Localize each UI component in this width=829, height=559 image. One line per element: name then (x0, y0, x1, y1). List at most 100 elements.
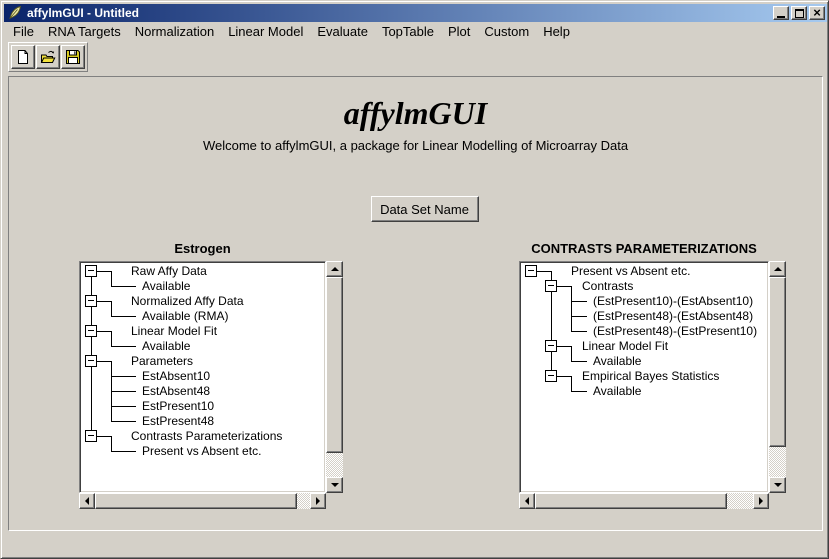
scroll-up-button[interactable] (326, 261, 343, 277)
open-folder-icon (40, 49, 56, 65)
menu-item-toptable[interactable]: TopTable (375, 22, 441, 41)
scroll-left-button[interactable] (79, 493, 95, 509)
tree-node-label[interactable]: Available (593, 384, 641, 399)
minimize-button[interactable] (773, 6, 789, 20)
scroll-right-button[interactable] (753, 493, 769, 509)
tree-node-label[interactable]: Raw Affy Data (131, 264, 207, 279)
arrow-up-icon (331, 267, 339, 271)
arrow-down-icon (774, 483, 782, 487)
estrogen-horizontal-scrollbar[interactable] (79, 493, 326, 509)
minus-icon (548, 285, 554, 286)
tree-connector-line (571, 301, 587, 302)
tree-node-label[interactable]: Contrasts (582, 279, 633, 294)
scrollbar-track[interactable] (326, 277, 343, 477)
menu-item-normalization[interactable]: Normalization (128, 22, 221, 41)
tree-node-label[interactable]: EstPresent10 (142, 399, 214, 414)
tree-node-label[interactable]: Available (593, 354, 641, 369)
maximize-icon (795, 9, 804, 18)
tree-expand-toggle[interactable] (85, 355, 97, 367)
window-title: affylmGUI - Untitled (27, 6, 139, 20)
toolbar (8, 42, 88, 72)
minus-icon (88, 330, 94, 331)
estrogen-panel: Estrogen AvailableRaw Affy DataAvailable… (79, 237, 343, 509)
maximize-button[interactable] (791, 6, 807, 20)
tree-connector-line (111, 391, 136, 392)
scrollbar-thumb[interactable] (535, 493, 727, 509)
tree-node-label[interactable]: EstPresent48 (142, 414, 214, 429)
tree-expand-toggle[interactable] (85, 325, 97, 337)
menu-item-help[interactable]: Help (536, 22, 577, 41)
contrasts-horizontal-scrollbar[interactable] (519, 493, 769, 509)
app-title: affylmGUI (9, 95, 822, 132)
tree-node-label[interactable]: Parameters (131, 354, 193, 369)
estrogen-vertical-scrollbar[interactable] (326, 261, 343, 493)
tree-connector-line (111, 376, 136, 377)
scrollbar-thumb[interactable] (326, 277, 343, 453)
contrasts-tree-canvas[interactable]: (EstPresent10)-(EstAbsent10)(EstPresent4… (519, 261, 769, 493)
tree-node-label[interactable]: Present vs Absent etc. (571, 264, 690, 279)
tree-node-label[interactable]: Normalized Affy Data (131, 294, 244, 309)
scrollbar-thumb[interactable] (95, 493, 297, 509)
minimize-icon (777, 16, 785, 18)
menu-item-evaluate[interactable]: Evaluate (310, 22, 375, 41)
minus-icon (548, 375, 554, 376)
tree-connector-line (111, 271, 112, 287)
tree-expand-toggle[interactable] (545, 340, 557, 352)
scrollbar-corner (326, 493, 343, 509)
open-file-button[interactable] (36, 45, 60, 69)
tree-node-label[interactable]: Present vs Absent etc. (142, 444, 261, 459)
tree-node-label[interactable]: EstAbsent48 (142, 384, 210, 399)
tree-node-label[interactable]: EstAbsent10 (142, 369, 210, 384)
close-button[interactable]: × (809, 6, 825, 20)
scrollbar-track[interactable] (769, 277, 786, 477)
scrollbar-track[interactable] (95, 493, 310, 509)
contrasts-tree-surface: (EstPresent10)-(EstAbsent10)(EstPresent4… (522, 264, 766, 490)
arrow-down-icon (331, 483, 339, 487)
contrasts-vertical-scrollbar[interactable] (769, 261, 786, 493)
save-file-button[interactable] (61, 45, 85, 69)
tree-node-label[interactable]: Empirical Bayes Statistics (582, 369, 719, 384)
tree-node-label[interactable]: Contrasts Parameterizations (131, 429, 282, 444)
tree-connector-line (111, 346, 136, 347)
menu-item-custom[interactable]: Custom (477, 22, 536, 41)
tree-expand-toggle[interactable] (85, 295, 97, 307)
menu-item-linear-model[interactable]: Linear Model (221, 22, 310, 41)
scroll-down-button[interactable] (326, 477, 343, 493)
new-document-button[interactable] (11, 45, 35, 69)
tree-connector-line (571, 391, 587, 392)
tree-connector-line (97, 331, 111, 332)
scroll-up-button[interactable] (769, 261, 786, 277)
estrogen-tree-canvas[interactable]: AvailableRaw Affy DataAvailable (RMA)Nor… (79, 261, 326, 493)
tree-connector-line (97, 301, 111, 302)
tree-connector-line (557, 346, 571, 347)
tree-node-label[interactable]: Linear Model Fit (131, 324, 217, 339)
scroll-down-button[interactable] (769, 477, 786, 493)
tree-node-label[interactable]: Available (142, 339, 190, 354)
tree-connector-line (557, 286, 571, 287)
scroll-left-button[interactable] (519, 493, 535, 509)
menu-item-rna-targets[interactable]: RNA Targets (41, 22, 128, 41)
tree-node-label[interactable]: (EstPresent48)-(EstPresent10) (593, 324, 757, 339)
data-set-name-button[interactable]: Data Set Name (371, 196, 479, 222)
menu-item-plot[interactable]: Plot (441, 22, 477, 41)
tree-node-label[interactable]: Available (RMA) (142, 309, 228, 324)
scrollbar-thumb[interactable] (769, 277, 786, 447)
contrasts-panel: CONTRASTS PARAMETERIZATIONS (EstPresent1… (519, 237, 786, 509)
tree-node-label[interactable]: Linear Model Fit (582, 339, 668, 354)
tree-node-label[interactable]: (EstPresent10)-(EstAbsent10) (593, 294, 753, 309)
welcome-text: Welcome to affylmGUI, a package for Line… (9, 138, 822, 153)
scrollbar-track[interactable] (535, 493, 753, 509)
arrow-left-icon (85, 497, 89, 505)
scroll-right-button[interactable] (310, 493, 326, 509)
title-bar[interactable]: affylmGUI - Untitled × (4, 4, 827, 22)
tree-expand-toggle[interactable] (525, 265, 537, 277)
window-controls: × (773, 6, 825, 20)
tree-node-label[interactable]: (EstPresent48)-(EstAbsent48) (593, 309, 753, 324)
tree-expand-toggle[interactable] (85, 265, 97, 277)
arrow-left-icon (525, 497, 529, 505)
tree-expand-toggle[interactable] (85, 430, 97, 442)
tree-expand-toggle[interactable] (545, 370, 557, 382)
menu-item-file[interactable]: File (6, 22, 41, 41)
tree-node-label[interactable]: Available (142, 279, 190, 294)
tree-expand-toggle[interactable] (545, 280, 557, 292)
